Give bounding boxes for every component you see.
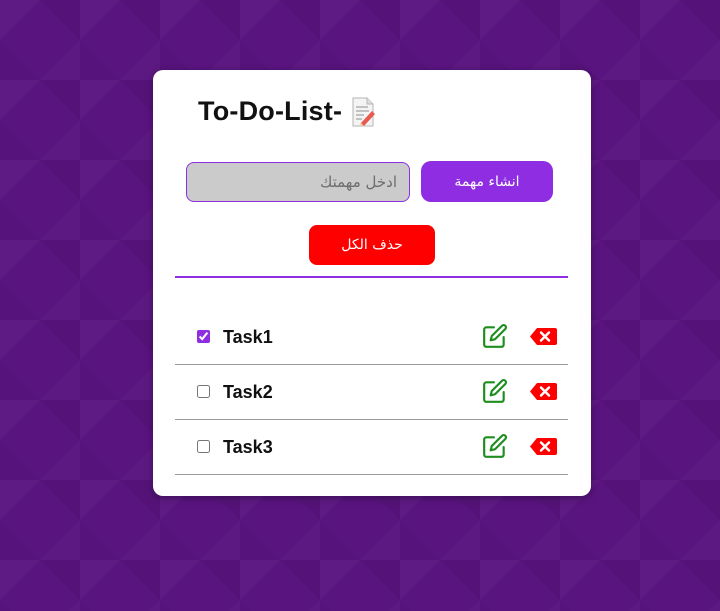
task-row: Task1 bbox=[175, 310, 568, 365]
memo-icon bbox=[350, 97, 376, 127]
title-text: To-Do-List- bbox=[198, 96, 343, 126]
edit-icon[interactable] bbox=[482, 323, 508, 349]
task-list: Task1 Task2 Task3 bbox=[175, 310, 568, 475]
edit-icon[interactable] bbox=[482, 433, 508, 459]
task-input[interactable] bbox=[186, 162, 410, 202]
delete-all-button[interactable]: حذف الكل bbox=[309, 225, 435, 265]
edit-icon[interactable] bbox=[482, 378, 508, 404]
task-row: Task2 bbox=[175, 365, 568, 420]
delete-icon[interactable] bbox=[529, 382, 558, 401]
create-task-button[interactable]: انشاء مهمة bbox=[421, 161, 553, 202]
task-checkbox[interactable] bbox=[197, 330, 210, 343]
delete-icon[interactable] bbox=[529, 327, 558, 346]
divider bbox=[175, 276, 568, 278]
task-checkbox[interactable] bbox=[197, 385, 210, 398]
delete-icon[interactable] bbox=[529, 437, 558, 456]
page-title: To-Do-List- bbox=[198, 96, 376, 127]
task-name: Task3 bbox=[223, 437, 273, 457]
todo-card: To-Do-List- انشاء مهمة حذف الكل Task1 bbox=[153, 70, 591, 496]
task-name: Task1 bbox=[223, 327, 273, 347]
task-row: Task3 bbox=[175, 420, 568, 475]
task-name: Task2 bbox=[223, 382, 273, 402]
task-checkbox[interactable] bbox=[197, 440, 210, 453]
